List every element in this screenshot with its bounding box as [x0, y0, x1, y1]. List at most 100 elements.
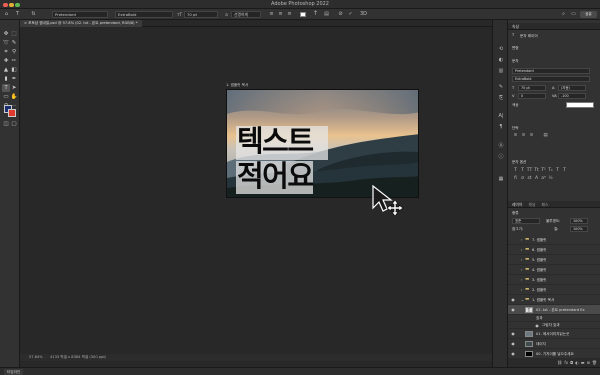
layer-row[interactable]: › ▬ 6. 썸플릿	[508, 245, 600, 255]
clone-stamp-icon[interactable]: ▲	[2, 66, 10, 74]
clone-source-icon[interactable]: ⎘	[497, 94, 505, 102]
glyphs-icon[interactable]: Ⓐ	[497, 142, 505, 150]
home-icon[interactable]: ⌂	[3, 11, 10, 18]
status-arrow-icon[interactable]: ›	[104, 354, 105, 361]
minimize-window-button[interactable]	[9, 2, 14, 7]
subscript-icon[interactable]: T₁	[547, 167, 554, 174]
visibility-eye-icon[interactable]: ◉	[510, 329, 516, 339]
character-icon[interactable]: A|	[497, 112, 505, 120]
align-center-icon[interactable]: ≡	[277, 11, 284, 18]
document-tab[interactable]: × 포토샵 썸네일.psd @ 57.8% (02. txt - 폰트 pret…	[20, 20, 142, 27]
underline-icon[interactable]: T	[554, 167, 561, 174]
titling-icon[interactable]: A	[533, 175, 540, 182]
properties-header[interactable]: 속성	[508, 23, 600, 30]
font-style-field[interactable]: ExtraBold	[512, 76, 590, 82]
canvas-area[interactable]: 1. 썸플릿 목서 텍스트 적어요	[20, 27, 492, 367]
align-right-icon[interactable]: ≡	[286, 11, 293, 18]
faux-italic-icon[interactable]: T	[519, 167, 526, 174]
antialias-select[interactable]: 선명하게	[231, 11, 261, 18]
font-size-select[interactable]: 70 pt	[184, 11, 218, 18]
artboard-image[interactable]: 텍스트 적어요	[226, 89, 419, 198]
visibility-eye-icon[interactable]: ◉	[510, 339, 516, 349]
3d-icon[interactable]: 3D	[360, 11, 367, 18]
layer-row[interactable]: ◉ 데이지	[508, 339, 600, 349]
transform-section-label[interactable]: 변형	[512, 46, 519, 51]
opacity-field[interactable]: 100%	[570, 218, 588, 224]
fractions-icon[interactable]: ½	[547, 175, 554, 182]
para-align-right-icon[interactable]: ≡	[528, 132, 535, 139]
info-icon[interactable]: ⓘ	[497, 153, 505, 161]
quick-select-icon[interactable]: ✎	[10, 39, 18, 47]
history-icon[interactable]: ⟲	[497, 45, 505, 53]
brush-settings-icon[interactable]: ✎	[497, 83, 505, 91]
character-panel-icon[interactable]: ▤	[323, 11, 330, 18]
eraser-icon[interactable]: ◧	[10, 66, 18, 74]
swash-icon[interactable]: st	[526, 175, 533, 182]
small-caps-icon[interactable]: Tt	[533, 167, 540, 174]
layer-row[interactable]: › ▬ 7. 썸플릿	[508, 235, 600, 245]
share-button[interactable]: 공유	[580, 11, 597, 18]
gradient-tool-icon[interactable]: ▮	[2, 75, 10, 83]
zoom-window-button[interactable]	[15, 2, 20, 7]
visibility-eye-icon[interactable]: ◉	[510, 305, 516, 315]
paragraph-section-label[interactable]: 단락	[512, 126, 519, 131]
move-tool-icon[interactable]: ✥	[2, 30, 10, 38]
adjustments-icon[interactable]: ◐	[497, 56, 505, 64]
new-layer-icon[interactable]: ⊞	[587, 359, 590, 367]
adjustment-layer-icon[interactable]: ◐	[575, 359, 579, 367]
layer-row-open[interactable]: ◉ ⌄ ▬ 1. 썸플릿 목서	[508, 295, 600, 305]
background-color[interactable]	[8, 109, 16, 117]
path-select-icon[interactable]: ➤	[10, 84, 18, 92]
paragraph-icon[interactable]: ¶	[497, 123, 505, 131]
close-window-button[interactable]	[3, 2, 8, 7]
faux-bold-icon[interactable]: T	[512, 167, 519, 174]
swatches-icon[interactable]: ▦	[497, 175, 505, 183]
brush-tool-icon[interactable]: ✏	[10, 57, 18, 65]
marquee-tool-icon[interactable]: ⬚	[10, 30, 18, 38]
new-group-icon[interactable]: ▬	[581, 359, 585, 367]
shape-tool-icon[interactable]: ▭	[2, 93, 10, 101]
hand-tool-icon[interactable]: ✋	[10, 93, 18, 101]
layer-row[interactable]: › ▬ 2. 썸플릿	[508, 285, 600, 295]
paths-tab[interactable]: 패스	[541, 201, 548, 207]
ordinals-icon[interactable]: aᵃ	[540, 175, 547, 182]
ligatures-icon[interactable]: fi	[512, 175, 519, 182]
tracking-field[interactable]: -100	[558, 93, 586, 99]
pen-tool-icon[interactable]: ✒	[10, 75, 18, 83]
channels-tab[interactable]: 채널	[528, 201, 535, 207]
screen-mode-icon[interactable]: ▢	[10, 120, 18, 128]
trash-icon[interactable]: 🗑	[592, 359, 597, 367]
font-family-select[interactable]: Pretendard	[52, 11, 108, 18]
font-family-field[interactable]: Pretendard	[512, 68, 590, 74]
search-icon[interactable]: ⌕	[560, 11, 567, 18]
warp-text-icon[interactable]: T̃	[312, 11, 319, 18]
text-orientation-icon[interactable]: ⇅	[30, 11, 37, 18]
para-align-left-icon[interactable]: ≡	[512, 132, 519, 139]
character-section-label[interactable]: 문자	[512, 59, 519, 64]
font-size-field[interactable]: 70 pt	[518, 85, 546, 91]
document-size[interactable]: 4133 픽셀 x 8384 픽셀 (300 ppi)	[50, 354, 106, 361]
character-options-label[interactable]: 문자 옵션	[512, 160, 526, 165]
visibility-eye-icon[interactable]: ◉	[510, 295, 516, 305]
layer-row[interactable]: ◉ 00. 기지이를 넣으주세요	[508, 349, 600, 359]
layer-row[interactable]: ◉ 01. 에서이미지읽는곳	[508, 329, 600, 339]
align-left-icon[interactable]: ≡	[268, 11, 275, 18]
font-style-select[interactable]: ExtraBold	[115, 11, 173, 18]
leading-field[interactable]: (자동)	[558, 85, 586, 91]
cancel-icon[interactable]: ⊘	[337, 11, 344, 18]
fx-icon[interactable]: fx	[564, 359, 568, 367]
layer-row[interactable]: › ▬ 3. 썸플릿	[508, 275, 600, 285]
type-tool-icon[interactable]: T	[14, 11, 21, 18]
quick-mask-icon[interactable]: ◫	[2, 120, 10, 128]
layer-row[interactable]: › ▬ 4. 썸플릿	[508, 265, 600, 275]
superscript-icon[interactable]: T¹	[540, 167, 547, 174]
effect-item-row[interactable]: ◉ 그림자 효과	[508, 322, 600, 329]
timeline-tab[interactable]: 타임라인	[4, 369, 24, 375]
libraries-icon[interactable]: ▥	[497, 67, 505, 75]
workspace-icon[interactable]: ▭	[570, 11, 577, 18]
commit-icon[interactable]: ✓	[347, 11, 354, 18]
effects-row[interactable]: 효과	[508, 315, 600, 322]
type-tool-icon[interactable]: T	[2, 84, 10, 92]
layer-filter-label[interactable]: 종류	[512, 211, 519, 216]
strikethrough-icon[interactable]: T	[561, 167, 568, 174]
